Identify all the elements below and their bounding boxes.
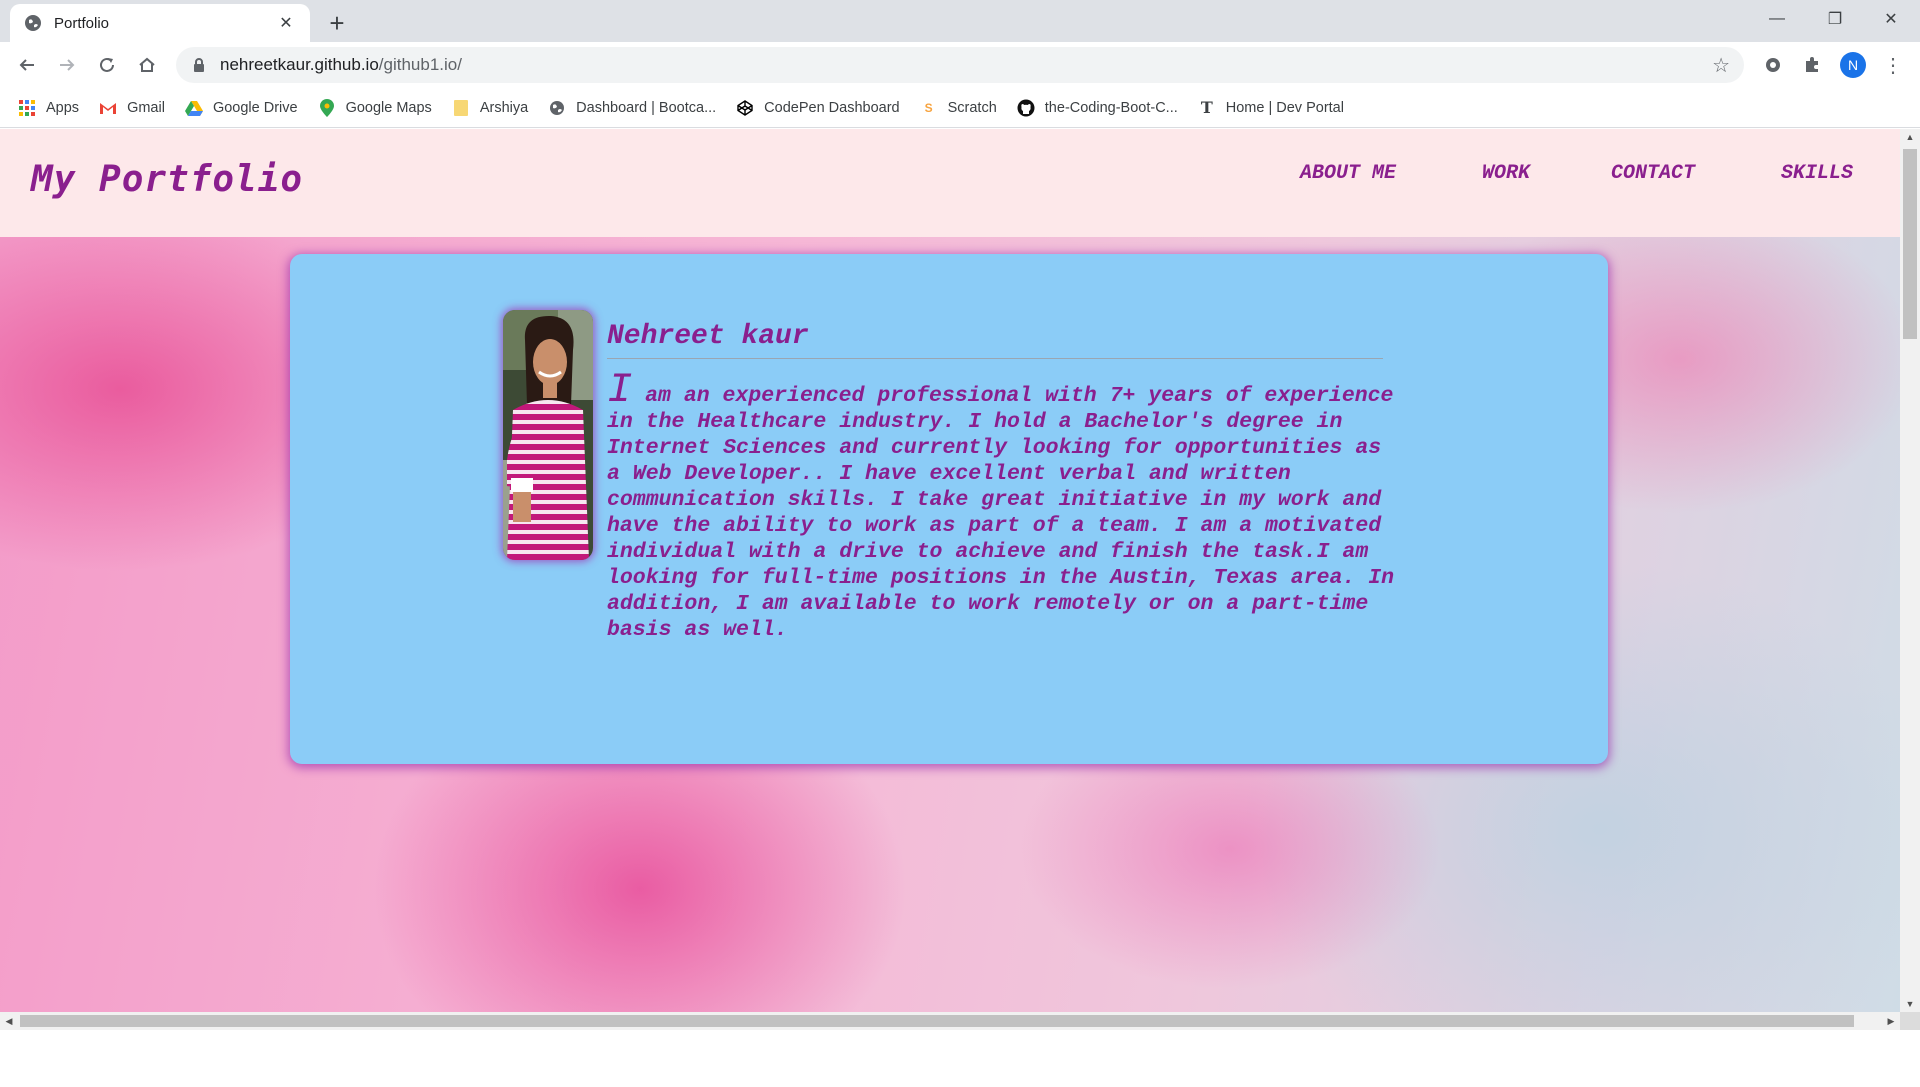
scroll-right-arrow-icon[interactable]: ▶ (1882, 1012, 1900, 1030)
bookmark-codepen[interactable]: CodePen Dashboard (736, 99, 900, 117)
bookmark-label: Arshiya (479, 99, 529, 116)
extensions-puzzle-icon[interactable] (1797, 50, 1827, 80)
site-header: My Portfolio ABOUT ME WORK CONTACT SKILL… (0, 129, 1900, 237)
site-title[interactable]: My Portfolio (31, 159, 303, 200)
forward-arrow-icon (60, 59, 75, 71)
nav-skills[interactable]: SKILLS (1781, 162, 1853, 185)
home-icon (139, 57, 155, 72)
bookmark-star-icon[interactable]: ☆ (1712, 53, 1730, 78)
minimize-button[interactable]: — (1748, 0, 1806, 38)
google-drive-icon (184, 99, 203, 117)
profile-name: Nehreet kaur (607, 321, 809, 352)
browser-toolbar: nehreetkaur.github.io/github1.io/ ☆ N ⋮ (0, 42, 1920, 88)
google-maps-icon (318, 98, 336, 117)
bookmark-label: the-Coding-Boot-C... (1044, 99, 1178, 116)
forward-button[interactable] (50, 48, 84, 82)
apps-grid-icon (18, 99, 36, 117)
nyt-icon: T (1200, 98, 1213, 117)
bookmark-label: Google Drive (212, 99, 298, 116)
horizontal-scrollbar[interactable]: ◀ ▶ (0, 1012, 1900, 1030)
github-icon (1017, 99, 1035, 117)
bookmark-github[interactable]: the-Coding-Boot-C... (1017, 99, 1178, 117)
bio-drop-cap: I (607, 366, 633, 414)
scroll-up-arrow-icon[interactable]: ▲ (1900, 129, 1920, 145)
folder-icon (452, 99, 470, 117)
tab-strip: Portfolio ✕ + — ❐ ✕ (0, 0, 1920, 42)
globe-icon (548, 99, 566, 117)
profile-photo (503, 310, 593, 560)
scroll-left-arrow-icon[interactable]: ◀ (0, 1012, 18, 1030)
profile-avatar[interactable]: N (1838, 50, 1868, 80)
url-path: /github1.io/ (378, 55, 462, 74)
bio-text: am an experienced professional with 7+ y… (607, 384, 1395, 642)
bookmark-label: Apps (46, 99, 80, 116)
bookmark-label: Scratch (947, 99, 997, 116)
close-tab-icon[interactable]: ✕ (276, 13, 296, 33)
globe-icon (24, 14, 42, 32)
bookmark-label: CodePen Dashboard (764, 99, 900, 116)
bookmark-label: Home | Dev Portal (1225, 99, 1344, 116)
address-bar[interactable]: nehreetkaur.github.io/github1.io/ ☆ (176, 47, 1744, 83)
restore-button[interactable]: ❐ (1806, 0, 1864, 38)
nav-work[interactable]: WORK (1482, 162, 1530, 185)
codepen-icon (736, 99, 754, 117)
bio-paragraph: I am an experienced professional with 7+… (607, 369, 1397, 643)
new-tab-button[interactable]: + (322, 8, 352, 38)
tab-title: Portfolio (54, 14, 110, 32)
bookmark-gmail[interactable]: Gmail (99, 99, 165, 117)
home-button[interactable] (130, 48, 164, 82)
nav-contact[interactable]: CONTACT (1611, 162, 1695, 185)
about-card: Nehreet kaur I am an experienced profess… (290, 254, 1608, 764)
page-viewport: My Portfolio ABOUT ME WORK CONTACT SKILL… (0, 129, 1900, 1012)
gmail-icon (99, 99, 117, 117)
extension-circle-icon[interactable] (1758, 50, 1788, 80)
bookmark-label: Dashboard | Bootca... (576, 99, 717, 116)
vertical-scroll-thumb[interactable] (1903, 149, 1917, 339)
bookmark-apps[interactable]: Apps (18, 99, 79, 117)
bookmark-dev-portal[interactable]: T Home | Dev Portal (1198, 98, 1344, 117)
nav-about-me[interactable]: ABOUT ME (1300, 162, 1396, 185)
bookmarks-bar: Apps Gmail Google Drive Google Maps Arsh… (0, 88, 1920, 128)
vertical-scrollbar[interactable]: ▲ ▼ (1900, 129, 1920, 1012)
kebab-menu-icon[interactable]: ⋮ (1878, 50, 1908, 80)
bookmark-google-maps[interactable]: Google Maps (318, 98, 432, 117)
name-divider (607, 358, 1383, 359)
scratch-icon: S (924, 100, 933, 115)
bookmark-label: Gmail (127, 99, 165, 116)
scroll-down-arrow-icon[interactable]: ▼ (1900, 996, 1920, 1012)
bookmark-scratch[interactable]: S Scratch (920, 99, 997, 117)
reload-icon (100, 57, 114, 72)
bookmark-google-drive[interactable]: Google Drive (184, 99, 298, 117)
url-host: nehreetkaur.github.io (220, 55, 379, 74)
back-arrow-icon (19, 59, 34, 71)
bookmark-arshiya[interactable]: Arshiya (452, 99, 528, 117)
profile-initial: N (1840, 52, 1866, 78)
close-window-button[interactable]: ✕ (1862, 0, 1920, 38)
horizontal-scroll-thumb[interactable] (20, 1015, 1854, 1027)
lock-icon (192, 58, 206, 72)
reload-button[interactable] (90, 48, 124, 82)
bookmark-dashboard[interactable]: Dashboard | Bootca... (548, 99, 716, 117)
back-button[interactable] (10, 48, 44, 82)
tab-portfolio[interactable]: Portfolio ✕ (10, 4, 310, 42)
scrollbar-corner (1900, 1012, 1920, 1030)
bookmark-label: Google Maps (345, 99, 432, 116)
